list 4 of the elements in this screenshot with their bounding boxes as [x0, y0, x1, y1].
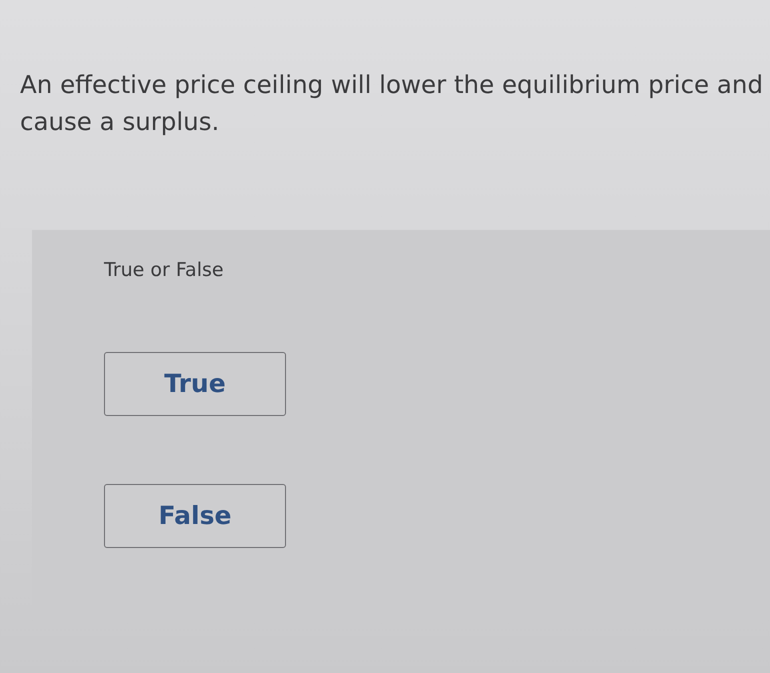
- question-text: An effective price ceiling will lower the equilibrium price and cause a surplus.: [20, 69, 764, 138]
- choice-button[interactable]: False: [104, 484, 286, 548]
- prompt-text: True or False: [104, 258, 224, 282]
- choice-button[interactable]: True: [104, 352, 286, 416]
